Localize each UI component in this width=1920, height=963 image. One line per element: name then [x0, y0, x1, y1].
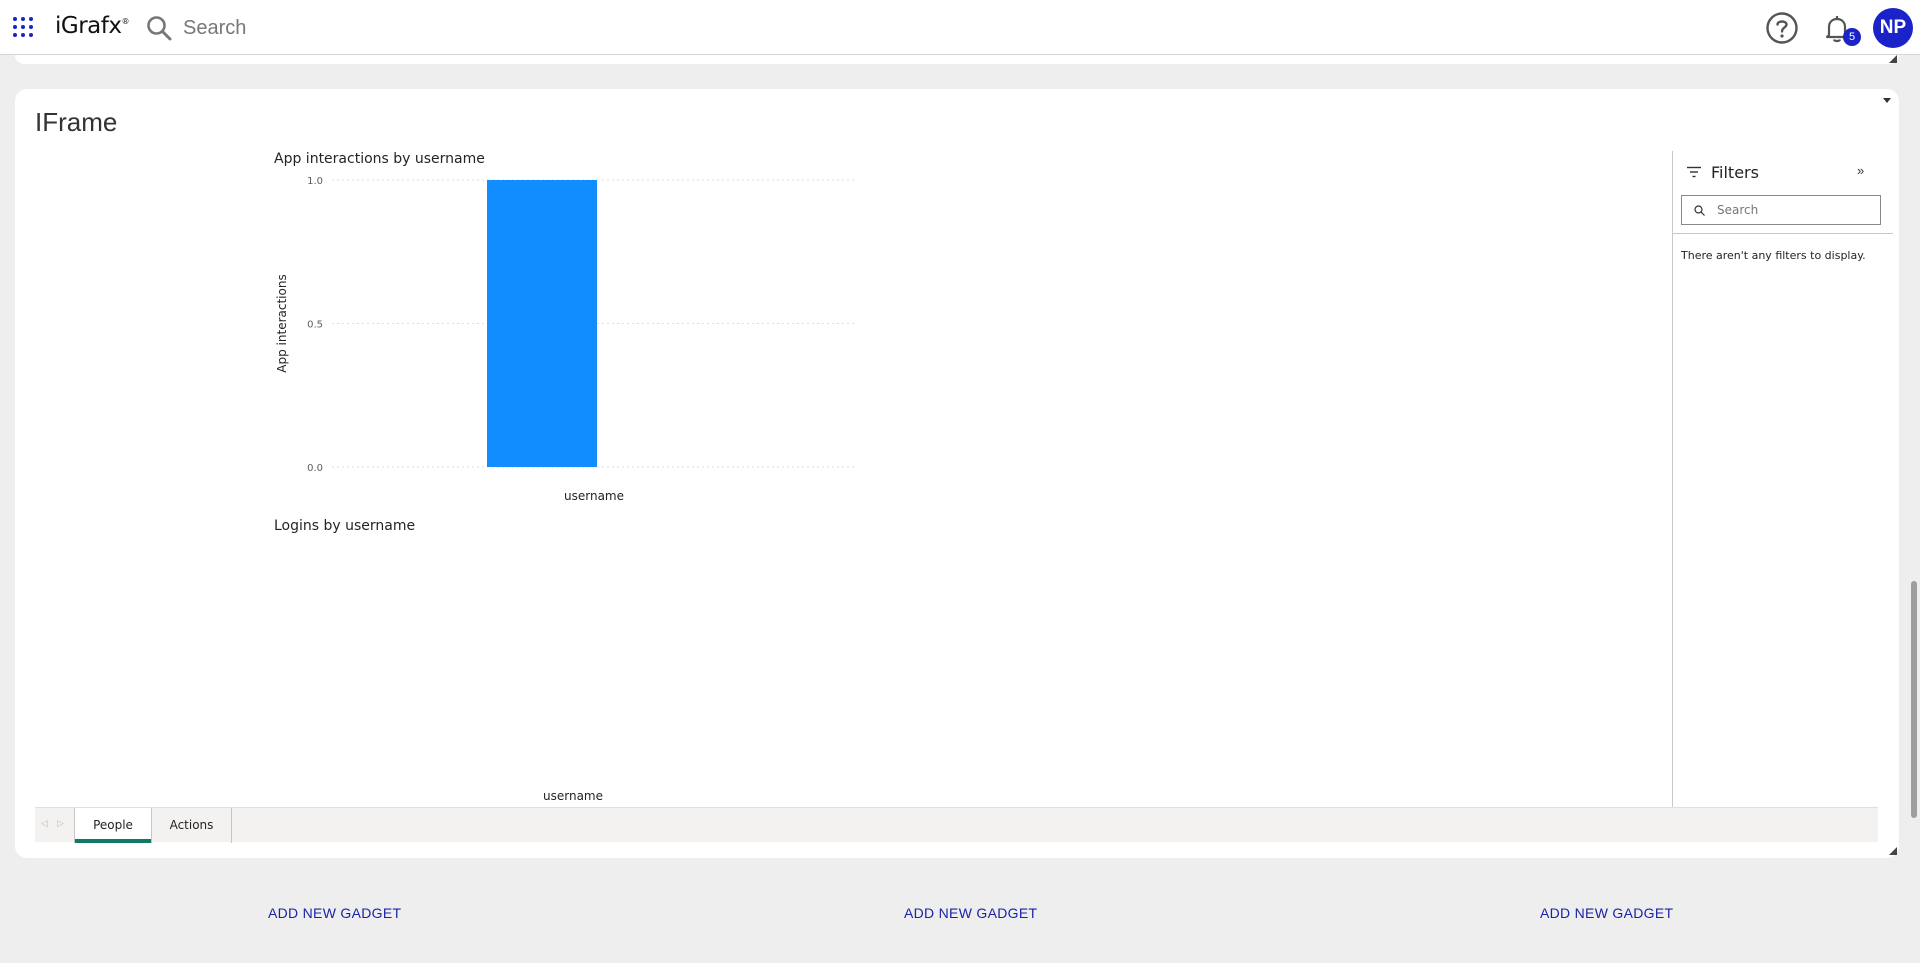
previous-page-icon[interactable]: ◁: [41, 818, 48, 829]
filter-icon: [1687, 166, 1701, 178]
next-page-icon[interactable]: ▷: [57, 818, 64, 829]
chart2-xlabel: username: [543, 789, 603, 803]
tab-people[interactable]: People: [74, 808, 152, 843]
card-resize-handle-icon[interactable]: [1889, 847, 1897, 855]
add-new-gadget-link-1[interactable]: ADD NEW GADGET: [268, 905, 401, 921]
filters-empty-message: There aren't any filters to display.: [1681, 249, 1866, 262]
notification-count-badge: 5: [1843, 28, 1861, 46]
chart1-bar: [487, 180, 597, 467]
filters-divider: [1673, 233, 1893, 234]
chart1-ytick-label: 0.0: [307, 463, 323, 474]
global-search-input[interactable]: [183, 12, 583, 44]
app-launcher-icon[interactable]: [13, 17, 33, 37]
resize-handle-icon[interactable]: [1889, 55, 1897, 63]
report-charts-svg: 0.0 0.5 1.0 App interactions username usernam…: [275, 176, 857, 803]
expand-filters-icon[interactable]: »: [1857, 163, 1864, 178]
add-new-gadget-link-2[interactable]: ADD NEW GADGET: [904, 905, 1037, 921]
logo-text: iGrafx: [55, 13, 122, 39]
previous-gadget-card: [15, 55, 1899, 64]
filters-header: Filters: [1687, 161, 1759, 183]
igrafx-logo[interactable]: iGrafx®: [55, 13, 129, 39]
filters-search-box[interactable]: [1681, 195, 1881, 225]
gadget-title: IFrame: [35, 107, 118, 137]
report-canvas: 0.0 0.5 1.0 App interactions username usernam…: [35, 151, 1672, 807]
help-icon[interactable]: [1765, 11, 1799, 45]
iframe-gadget-card: IFrame 0.0 0.5 1.0 App interactions username…: [15, 89, 1899, 858]
report-page-tabs: ◁ ▷ People Actions: [35, 807, 1878, 843]
filters-search-input[interactable]: [1717, 203, 1867, 217]
logo-trademark: ®: [121, 17, 129, 26]
embedded-report-frame: 0.0 0.5 1.0 App interactions username usernam…: [35, 151, 1893, 845]
filters-search-icon: [1694, 204, 1705, 216]
filters-title: Filters: [1711, 162, 1759, 182]
add-new-gadget-link-3[interactable]: ADD NEW GADGET: [1540, 905, 1673, 921]
top-bar: iGrafx® 5 NP: [0, 0, 1920, 55]
collapse-caret-icon[interactable]: [1882, 97, 1892, 105]
page-scrollbar[interactable]: [1908, 55, 1920, 963]
search-icon: [147, 16, 172, 41]
chart1-ytick-label: 0.5: [307, 320, 323, 331]
filters-pane: Filters » There aren't any filters to di…: [1672, 151, 1893, 807]
user-avatar[interactable]: NP: [1873, 8, 1913, 48]
chart1-xlabel: username: [564, 489, 624, 503]
chart1-ylabel: App interactions: [275, 274, 289, 372]
tab-actions[interactable]: Actions: [152, 808, 232, 843]
chart1-ytick-label: 1.0: [307, 176, 323, 187]
page-scrollbar-thumb[interactable]: [1911, 581, 1917, 818]
chart2-title: Logins by username: [274, 518, 416, 534]
chart1-title: App interactions by username: [274, 151, 485, 167]
